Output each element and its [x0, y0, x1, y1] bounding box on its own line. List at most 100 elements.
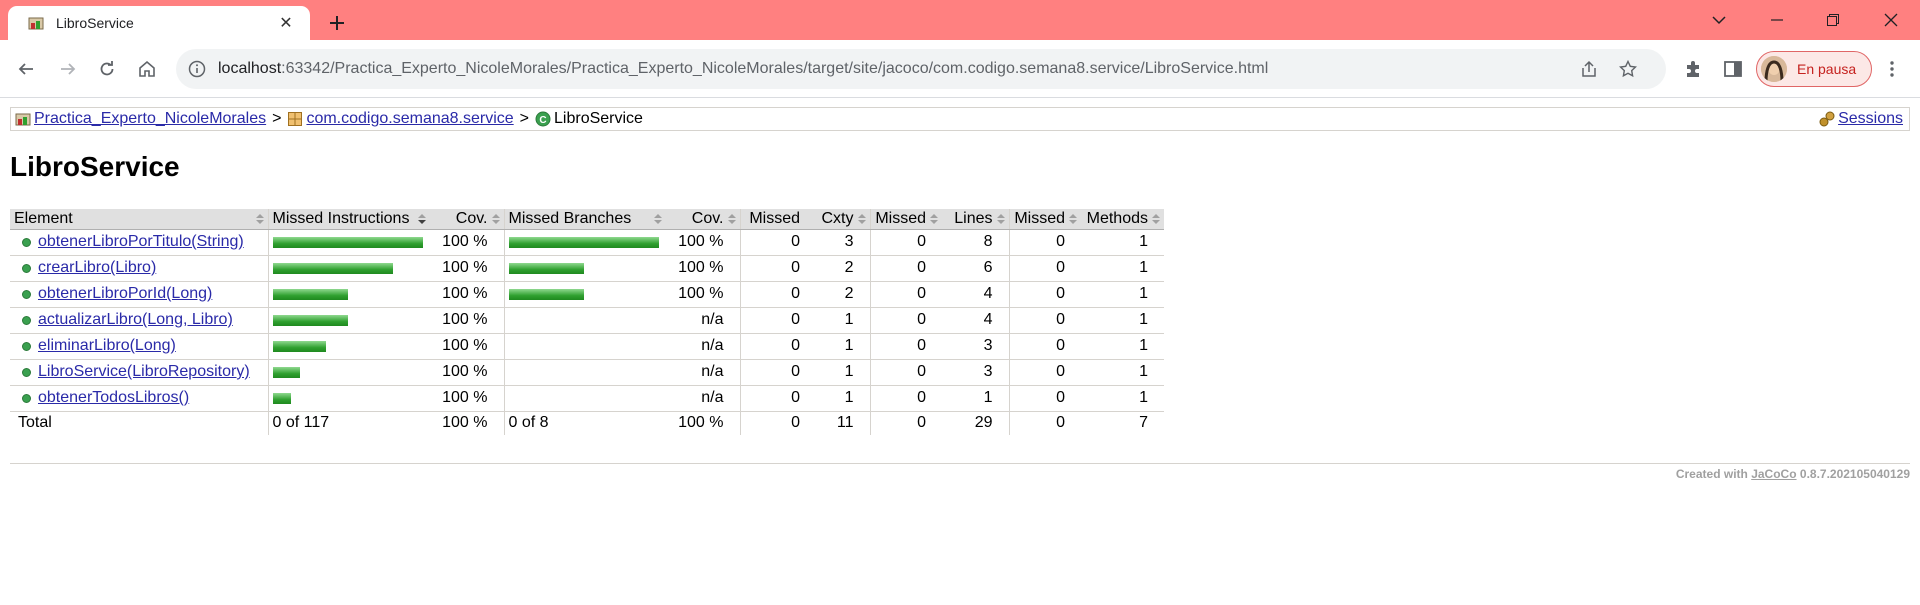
- total-instructions: 0 of 117: [267, 411, 430, 435]
- branch-bar-cell: [503, 307, 666, 334]
- method-link[interactable]: obtenerLibroPorId(Long): [38, 285, 212, 303]
- branch-cov: n/a: [666, 385, 740, 412]
- lines: 3: [942, 333, 1009, 360]
- url-text[interactable]: localhost:63342/Practica_Experto_NicoleM…: [218, 60, 1268, 78]
- header-missed-instructions[interactable]: Missed Instructions: [267, 209, 430, 230]
- breadcrumb-package-link[interactable]: com.codigo.semana8.service: [306, 110, 513, 128]
- methods: 1: [1081, 307, 1164, 334]
- report-page: Practica_Experto_NicoleMorales > com.cod…: [0, 99, 1920, 605]
- total-label: Total: [18, 414, 52, 432]
- extensions-puzzle-icon[interactable]: [1678, 54, 1708, 84]
- total-missed-cxty: 0: [739, 411, 804, 435]
- header-instr-cov[interactable]: Cov.: [430, 209, 504, 230]
- tab-title: LibroService: [56, 15, 134, 31]
- package-icon: [288, 112, 303, 126]
- header-methods[interactable]: Methods: [1081, 209, 1164, 230]
- instructions-coverage-bar: [272, 262, 393, 274]
- breadcrumb-project-link[interactable]: Practica_Experto_NicoleMorales: [34, 110, 266, 128]
- methods: 1: [1081, 255, 1164, 282]
- total-missed-methods: 0: [1008, 411, 1081, 435]
- instr-cov: 100 %: [430, 307, 504, 334]
- methods: 1: [1081, 229, 1164, 256]
- method-icon: [22, 237, 31, 247]
- lines: 4: [942, 281, 1009, 308]
- header-element[interactable]: Element: [10, 209, 268, 230]
- header-missed-lines[interactable]: Missed: [869, 209, 942, 230]
- header-missed-cxty[interactable]: Missed: [739, 209, 804, 230]
- site-info-icon[interactable]: [188, 60, 206, 78]
- address-bar[interactable]: localhost:63342/Practica_Experto_NicoleM…: [176, 49, 1666, 89]
- home-icon[interactable]: [131, 53, 163, 85]
- sort-arrows-icon: [654, 214, 662, 224]
- element-cell: obtenerTodosLibros(): [10, 385, 268, 412]
- new-tab-icon[interactable]: [322, 8, 352, 38]
- instr-cov: 100 %: [430, 229, 504, 256]
- forward-icon[interactable]: [52, 53, 84, 85]
- total-lines: 29: [974, 414, 993, 432]
- missed-cxty: 0: [739, 359, 804, 386]
- method-link[interactable]: crearLibro(Libro): [38, 259, 156, 277]
- instr-cov: 100 %: [430, 359, 504, 386]
- close-window-icon[interactable]: [1868, 0, 1914, 40]
- instr-cov: 100 %: [430, 385, 504, 412]
- instr-bar-cell: [267, 229, 430, 256]
- instr-bar-cell: [267, 359, 430, 386]
- browser-tab[interactable]: LibroService ✕: [8, 6, 310, 40]
- header-lines[interactable]: Lines: [942, 209, 1009, 230]
- browser-menu-icon[interactable]: [1877, 54, 1907, 84]
- profile-button[interactable]: En pausa: [1756, 51, 1872, 87]
- missed-methods: 0: [1008, 333, 1081, 360]
- method-link[interactable]: eliminarLibro(Long): [38, 337, 176, 355]
- table-row: eliminarLibro(Long) 100 % n/a 0 1 0 3 0 1: [10, 333, 1164, 360]
- jacoco-link[interactable]: JaCoCo: [1751, 467, 1796, 481]
- class-icon: C: [535, 111, 551, 127]
- sessions-icon: [1819, 111, 1835, 127]
- total-branch-cov: 100 %: [678, 414, 724, 432]
- branch-cov: 100 %: [666, 255, 740, 282]
- minimize-icon[interactable]: [1754, 0, 1800, 40]
- method-icon: [22, 341, 31, 351]
- side-panel-icon[interactable]: [1718, 54, 1748, 84]
- table-body: obtenerLibroPorTitulo(String) 100 % 100 % 0…: [10, 229, 1164, 412]
- element-cell: eliminarLibro(Long): [10, 333, 268, 360]
- cxty: 2: [804, 281, 870, 308]
- missed-cxty: 0: [739, 385, 804, 412]
- header-missed-methods[interactable]: Missed: [1008, 209, 1081, 230]
- missed-methods: 0: [1008, 359, 1081, 386]
- bookmark-star-icon[interactable]: [1617, 58, 1639, 80]
- method-link[interactable]: actualizarLibro(Long, Libro): [38, 311, 233, 329]
- element-cell: crearLibro(Libro): [10, 255, 268, 282]
- sort-arrows-icon: [930, 214, 938, 224]
- restore-icon[interactable]: [1810, 0, 1856, 40]
- page-title: LibroService: [10, 151, 180, 182]
- share-icon[interactable]: [1578, 58, 1600, 80]
- back-icon[interactable]: [10, 53, 42, 85]
- header-missed-branches[interactable]: Missed Branches: [503, 209, 666, 230]
- footer-version: 0.8.7.202105040129: [1799, 467, 1910, 481]
- tab-close-icon[interactable]: ✕: [274, 11, 298, 35]
- missed-cxty: 0: [739, 281, 804, 308]
- coverage-table: Element Missed Instructions Cov. Missed …: [10, 209, 1164, 435]
- cxty: 1: [804, 385, 870, 412]
- sessions-link[interactable]: Sessions: [1838, 110, 1903, 128]
- instructions-coverage-bar: [272, 366, 300, 378]
- sessions-link-container: Sessions: [1819, 110, 1903, 128]
- branch-cov: n/a: [666, 307, 740, 334]
- total-methods: 7: [1139, 414, 1148, 432]
- header-cxty[interactable]: Cxty: [804, 209, 870, 230]
- sort-arrows-icon: [1069, 214, 1077, 224]
- branch-cov: 100 %: [666, 229, 740, 256]
- method-link[interactable]: LibroService(LibroRepository): [38, 363, 250, 381]
- tab-search-icon[interactable]: [1696, 0, 1742, 40]
- footer: Created with JaCoCo 0.8.7.202105040129: [1676, 467, 1910, 481]
- total-cxty: 11: [836, 414, 854, 432]
- instr-cov: 100 %: [430, 255, 504, 282]
- header-branch-cov[interactable]: Cov.: [666, 209, 740, 230]
- instr-bar-cell: [267, 255, 430, 282]
- lines: 1: [942, 385, 1009, 412]
- reload-icon[interactable]: [91, 53, 123, 85]
- sort-arrows-icon: [857, 214, 866, 224]
- instructions-coverage-bar: [272, 288, 348, 300]
- method-link[interactable]: obtenerLibroPorTitulo(String): [38, 233, 244, 251]
- method-link[interactable]: obtenerTodosLibros(): [38, 389, 189, 407]
